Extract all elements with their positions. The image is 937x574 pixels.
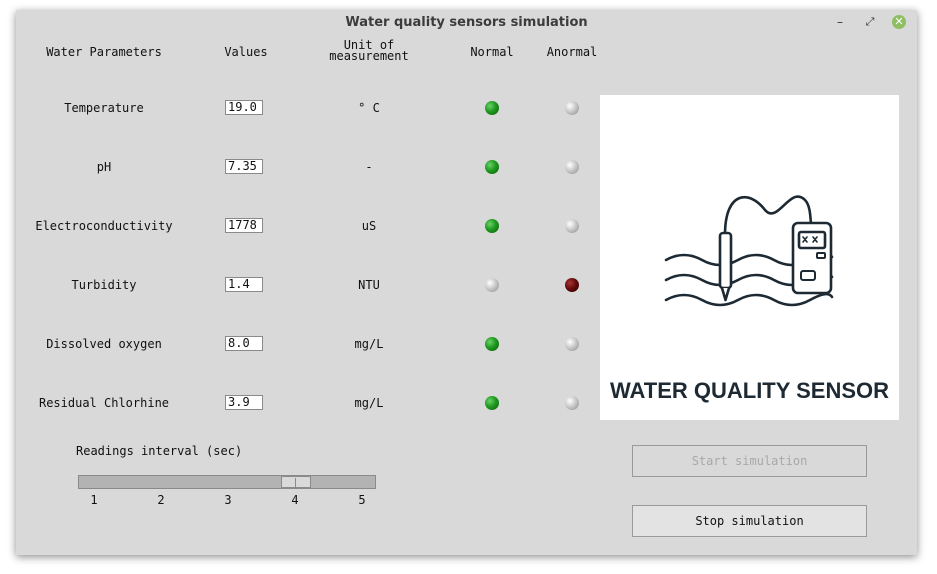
header-normal: Normal xyxy=(470,45,514,59)
anormal-indicator-light xyxy=(565,337,579,351)
slider-tick-label: 2 xyxy=(157,493,165,507)
slider-tick-label: 3 xyxy=(224,493,232,507)
interval-slider-thumb[interactable] xyxy=(281,476,311,488)
parameter-label: pH xyxy=(96,160,112,174)
parameter-unit: mg/L xyxy=(354,396,384,410)
anormal-indicator-light xyxy=(565,160,579,174)
parameter-unit: ° C xyxy=(358,101,380,115)
parameter-label: Dissolved oxygen xyxy=(46,337,162,351)
parameter-value-field[interactable]: 7.35 xyxy=(225,159,263,174)
parameter-value-field[interactable]: 8.0 xyxy=(225,336,263,351)
parameter-unit: - xyxy=(365,160,373,174)
slider-tick-label: 5 xyxy=(358,493,366,507)
window-title: Water quality sensors simulation xyxy=(345,15,588,30)
header-anormal: Anormal xyxy=(546,45,598,59)
header-unit: Unit of measurement xyxy=(324,39,414,63)
minimize-icon[interactable]: – xyxy=(832,14,848,30)
normal-indicator-light xyxy=(485,101,499,115)
parameter-unit: uS xyxy=(361,219,377,233)
anormal-indicator-light xyxy=(565,396,579,410)
header-values: Values xyxy=(224,45,268,59)
parameter-unit: NTU xyxy=(358,278,380,292)
parameter-label: Residual Chlorhine xyxy=(38,396,170,410)
normal-indicator-light xyxy=(485,396,499,410)
interval-slider-label: Readings interval (sec) xyxy=(76,444,243,458)
sensor-image-panel: WATER QUALITY SENSOR xyxy=(600,95,899,420)
anormal-indicator-light xyxy=(565,219,579,233)
slider-tick-label: 1 xyxy=(90,493,98,507)
close-icon[interactable]: ✕ xyxy=(892,15,906,29)
parameter-value-field[interactable]: 1.4 xyxy=(225,277,263,292)
normal-indicator-light xyxy=(485,278,499,292)
header-parameters: Water Parameters xyxy=(46,45,162,59)
water-quality-sensor-icon xyxy=(664,195,834,307)
start-simulation-button[interactable]: Start simulation xyxy=(632,445,867,477)
parameter-value-field[interactable]: 1778 xyxy=(225,218,263,233)
normal-indicator-light xyxy=(485,337,499,351)
parameter-label: Turbidity xyxy=(71,278,137,292)
normal-indicator-light xyxy=(485,160,499,174)
stop-simulation-button[interactable]: Stop simulation xyxy=(632,505,867,537)
parameter-value-field[interactable]: 19.0 xyxy=(225,100,263,115)
parameter-unit: mg/L xyxy=(354,337,384,351)
app-window: Water quality sensors simulation – ⤢ ✕ W… xyxy=(16,10,917,555)
title-bar[interactable]: Water quality sensors simulation – ⤢ ✕ xyxy=(16,10,917,36)
normal-indicator-light xyxy=(485,219,499,233)
header-unit-line2: measurement xyxy=(329,49,409,63)
interval-slider[interactable] xyxy=(78,475,376,489)
parameter-value-field[interactable]: 3.9 xyxy=(225,395,263,410)
anormal-indicator-light xyxy=(565,101,579,115)
sensor-image-caption: WATER QUALITY SENSOR xyxy=(609,378,890,403)
slider-tick-label: 4 xyxy=(291,493,299,507)
parameter-label: Electroconductivity xyxy=(35,219,173,233)
anormal-indicator-light xyxy=(565,278,579,292)
maximize-icon[interactable]: ⤢ xyxy=(862,14,878,30)
parameter-label: Temperature xyxy=(64,101,144,115)
